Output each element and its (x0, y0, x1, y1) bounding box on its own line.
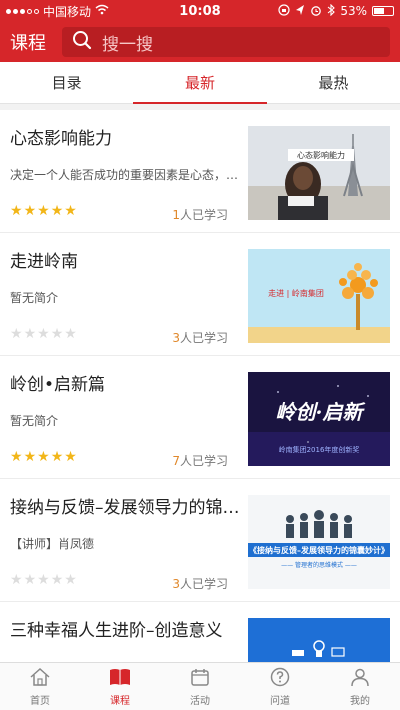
course-desc: 决定一个人能否成功的重要因素是心态，心… (10, 168, 242, 182)
tabbar-label: 问道 (270, 695, 290, 707)
tabbar-label: 首页 (30, 695, 50, 707)
course-item[interactable]: 心态影响能力 决定一个人能否成功的重要因素是心态，心… ★ ★ ★ ★ ★ 1人已学习 … (0, 110, 400, 233)
app-header: 课程 搜一搜 (0, 22, 400, 62)
tabbar-item-home[interactable]: 首页 (0, 663, 80, 710)
home-icon (29, 667, 51, 690)
star-icon: ★ (50, 326, 64, 342)
thumb-caption: 《接纳与反馈–发展领导力的锦囊妙计》 (249, 545, 389, 555)
course-item[interactable]: 三种幸福人生进阶–创造意义 (0, 602, 400, 662)
category-tabs: 目录 最新 最热 (0, 62, 400, 104)
battery-percent: 53% (340, 4, 367, 18)
learned-count: 3人已学习 (172, 331, 228, 345)
bottom-tab-bar: 首页 课程 活动 问道 我的 (0, 662, 400, 710)
battery-icon (372, 6, 394, 16)
status-bar: 中国移动 10:08 53% (0, 0, 400, 22)
course-title: 三种幸福人生进阶–创造意义 (10, 621, 223, 641)
search-placeholder: 搜一搜 (102, 34, 153, 55)
rating-stars: ★ ★ ★ ★ ★ (10, 573, 77, 587)
rating-stars: ★ ★ ★ ★ ★ (10, 204, 77, 218)
course-list: 心态影响能力 决定一个人能否成功的重要因素是心态，心… ★ ★ ★ ★ ★ 1人已学习 … (0, 110, 400, 662)
tabbar-label: 活动 (190, 695, 210, 707)
star-icon: ★ (23, 203, 37, 219)
star-icon: ★ (64, 572, 77, 588)
course-item[interactable]: 岭创•启新篇 暂无简介 ★ ★ ★ ★ ★ 7人已学习 岭创·启新 岭南集团2016年度… (0, 356, 400, 479)
star-icon: ★ (37, 203, 50, 219)
tabbar-item-activities[interactable]: 活动 (160, 663, 240, 710)
star-icon: ★ (10, 572, 23, 588)
course-desc: 暂无简介 (10, 414, 59, 428)
bluetooth-icon (327, 3, 336, 19)
course-item[interactable]: 走进岭南 暂无简介 ★ ★ ★ ★ ★ 3人已学习 走进 | 岭南集团 (0, 233, 400, 356)
search-icon (72, 30, 92, 54)
tabbar-item-me[interactable]: 我的 (320, 663, 400, 710)
course-desc: 暂无简介 (10, 291, 59, 305)
rating-stars: ★ ★ ★ ★ ★ (10, 450, 77, 464)
course-item[interactable]: 接纳与反馈–发展领导力的锦… 【讲师】肖凤德 ★ ★ ★ ★ ★ 3人已学习 《接纳与反… (0, 479, 400, 602)
search-input[interactable]: 搜一搜 (62, 27, 390, 57)
learned-count: 3人已学习 (172, 577, 228, 591)
question-icon (270, 667, 290, 690)
tabbar-label: 课程 (110, 695, 130, 707)
course-thumbnail: 岭创·启新 岭南集团2016年度创新奖 (248, 372, 390, 466)
learned-count: 1人已学习 (172, 208, 228, 222)
tab-hottest[interactable]: 最热 (267, 62, 400, 103)
star-icon: ★ (50, 449, 64, 465)
course-title: 接纳与反馈–发展领导力的锦… (10, 498, 240, 518)
tab-catalog[interactable]: 目录 (0, 62, 133, 103)
star-icon: ★ (23, 449, 37, 465)
course-thumbnail: 走进 | 岭南集团 (248, 249, 390, 343)
tab-latest[interactable]: 最新 (133, 62, 267, 104)
star-icon: ★ (37, 326, 50, 342)
star-icon: ★ (64, 203, 77, 219)
course-title: 走进岭南 (10, 252, 78, 272)
carrier-label: 中国移动 (43, 4, 92, 19)
location-icon (295, 4, 305, 19)
course-thumbnail: 心态影响能力 (248, 126, 390, 220)
person-icon (350, 667, 370, 690)
tabbar-item-ask[interactable]: 问道 (240, 663, 320, 710)
status-time: 10:08 (179, 3, 221, 19)
star-icon: ★ (23, 326, 37, 342)
thumb-subcaption: 岭南集团2016年度创新奖 (279, 445, 360, 454)
star-icon: ★ (10, 203, 23, 219)
thumb-caption: 岭创·启新 (276, 400, 367, 424)
wifi-icon (95, 4, 109, 18)
course-thumbnail (248, 618, 390, 662)
star-icon: ★ (10, 449, 23, 465)
calendar-icon (190, 667, 210, 690)
thumb-caption: 心态影响能力 (297, 150, 345, 160)
star-icon: ★ (50, 203, 64, 219)
thumb-subcaption: —— 管理者的思维模式 —— (281, 561, 357, 569)
book-icon (109, 667, 131, 690)
tabbar-item-courses[interactable]: 课程 (80, 663, 160, 710)
course-desc: 【讲师】肖凤德 (10, 537, 95, 551)
tabbar-label: 我的 (350, 695, 370, 707)
star-icon: ★ (64, 449, 77, 465)
star-icon: ★ (37, 572, 50, 588)
learned-count: 7人已学习 (172, 454, 228, 468)
signal-icon (6, 8, 39, 14)
star-icon: ★ (64, 326, 77, 342)
star-icon: ★ (10, 326, 23, 342)
star-icon: ★ (50, 572, 64, 588)
course-title: 心态影响能力 (10, 129, 112, 149)
alarm-icon (310, 4, 322, 19)
star-icon: ★ (23, 572, 37, 588)
thumb-caption: 走进 | 岭南集团 (268, 288, 324, 298)
page-title: 课程 (10, 33, 46, 54)
course-thumbnail: 《接纳与反馈–发展领导力的锦囊妙计》 —— 管理者的思维模式 —— (248, 495, 390, 589)
rating-stars: ★ ★ ★ ★ ★ (10, 327, 77, 341)
lock-rotation-icon (278, 3, 290, 19)
course-title: 岭创•启新篇 (10, 375, 106, 395)
star-icon: ★ (37, 449, 50, 465)
